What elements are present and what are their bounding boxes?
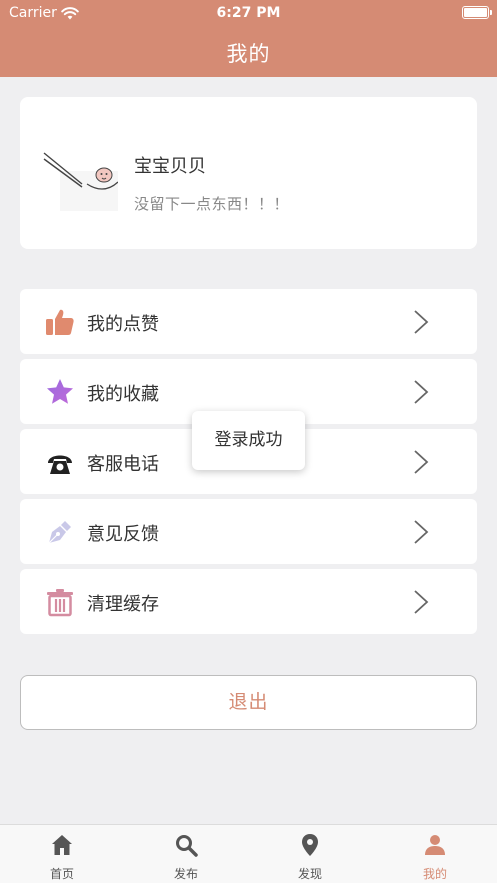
avatar[interactable] <box>42 151 118 213</box>
menu-label-customer-service: 客服电话 <box>87 454 159 475</box>
phone-icon <box>48 455 72 474</box>
location-pin-icon <box>302 834 318 856</box>
chevron-right-icon <box>414 520 429 544</box>
trash-icon <box>47 589 73 617</box>
toast-message: 登录成功 <box>192 411 305 470</box>
tab-bar: 首页 发布 发现 我的 <box>0 824 497 883</box>
pen-icon <box>48 521 71 544</box>
page-title: 我的 <box>226 42 271 66</box>
menu-item-likes[interactable]: 我的点赞 <box>20 289 477 354</box>
status-bar: Carrier 6:27 PM <box>0 0 497 26</box>
profile-card[interactable]: 宝宝贝贝 没留下一点东西！！！ <box>20 97 477 249</box>
thumbs-up-icon <box>46 309 74 335</box>
search-icon <box>176 835 198 857</box>
profile-nickname: 宝宝贝贝 <box>134 156 206 177</box>
tab-label-mine: 我的 <box>422 867 447 881</box>
tab-label-discover: 发现 <box>297 867 322 881</box>
tab-home[interactable]: 首页 <box>0 825 124 883</box>
chevron-right-icon <box>414 590 429 614</box>
tab-mine[interactable]: 我的 <box>373 825 497 883</box>
status-time: 6:27 PM <box>216 5 281 21</box>
menu-item-feedback[interactable]: 意见反馈 <box>20 499 477 564</box>
menu-label-likes: 我的点赞 <box>87 314 159 335</box>
tab-discover[interactable]: 发现 <box>248 825 372 883</box>
tab-label-publish: 发布 <box>173 867 198 881</box>
star-icon <box>47 379 73 404</box>
tab-label-home: 首页 <box>49 867 74 881</box>
chevron-right-icon <box>414 450 429 474</box>
logout-button[interactable]: 退出 <box>20 675 477 730</box>
menu-label-favorites: 我的收藏 <box>87 384 159 405</box>
profile-bio: 没留下一点东西！！！ <box>134 195 290 213</box>
battery-icon <box>462 6 492 19</box>
menu-label-feedback: 意见反馈 <box>87 524 159 545</box>
chevron-right-icon <box>414 310 429 334</box>
top-bar: Carrier 6:27 PM 我的 <box>0 0 497 77</box>
tab-publish[interactable]: 发布 <box>124 825 248 883</box>
chevron-right-icon <box>414 380 429 404</box>
menu-item-clear-cache[interactable]: 清理缓存 <box>20 569 477 634</box>
person-icon <box>425 835 445 855</box>
menu-label-clear-cache: 清理缓存 <box>87 594 159 615</box>
home-icon <box>52 835 72 855</box>
